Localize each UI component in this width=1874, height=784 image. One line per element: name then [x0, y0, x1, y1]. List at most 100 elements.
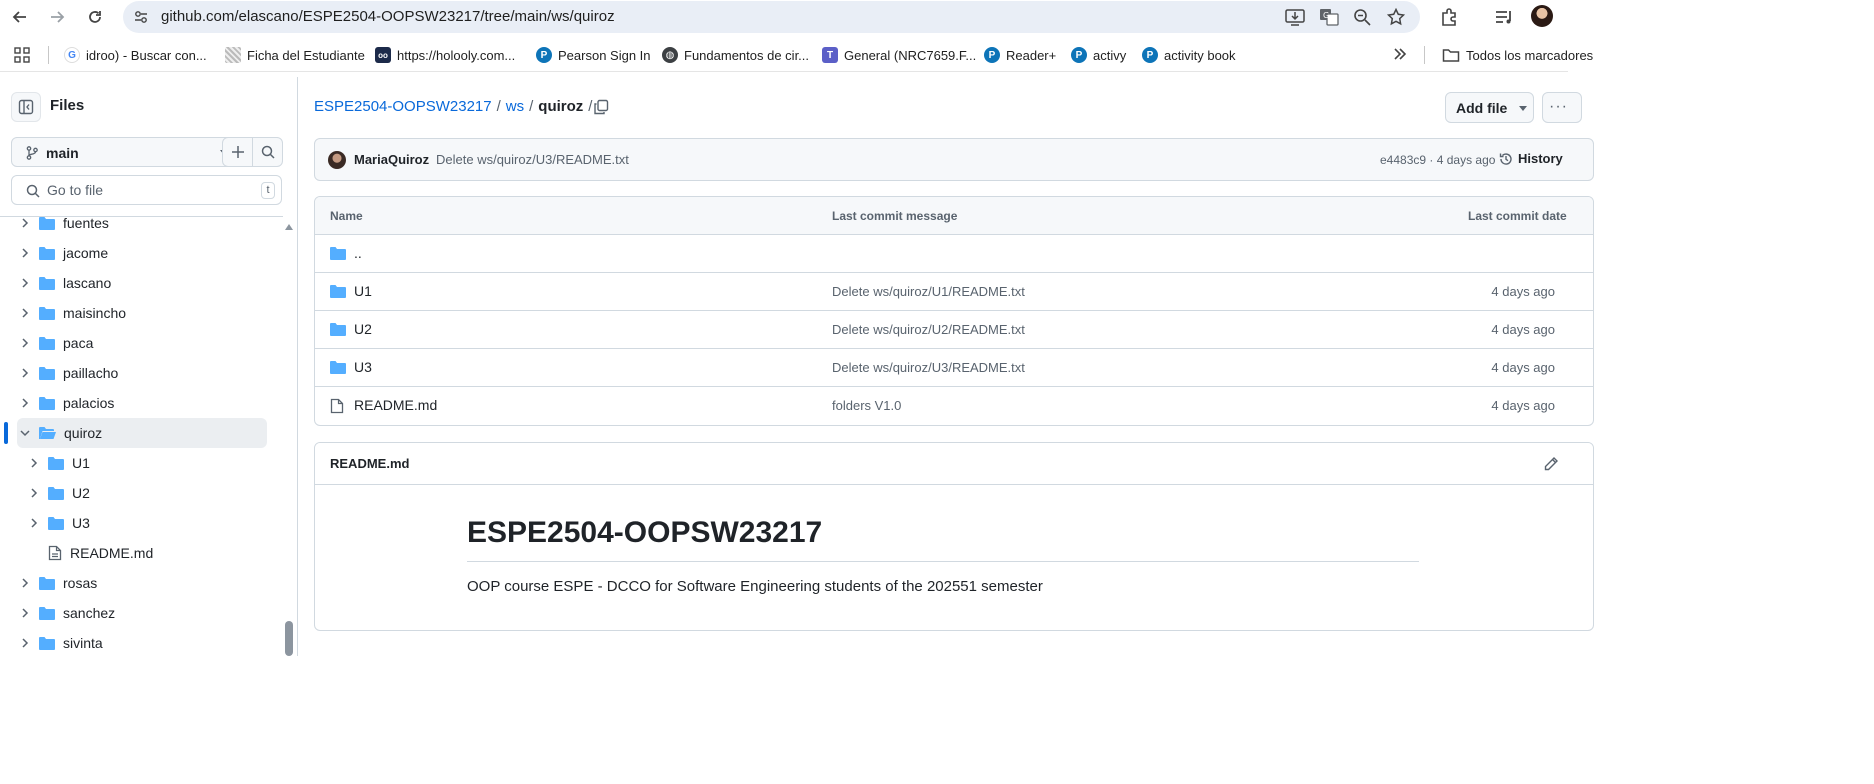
chevron-right-icon[interactable] [17, 218, 33, 228]
chevron-down-icon[interactable] [17, 429, 33, 437]
forward-button[interactable] [44, 5, 70, 29]
bookmark-item[interactable]: oo https://holooly.com... [375, 46, 515, 64]
collapse-file-tree-button[interactable] [11, 92, 41, 122]
bookmark-item[interactable]: ◍ Fundamentos de cir... [662, 46, 809, 64]
tree-item-u1[interactable]: U1 [26, 448, 266, 478]
chevron-right-icon[interactable] [17, 608, 33, 618]
bookmark-label: Fundamentos de cir... [684, 47, 810, 63]
tree-item-jacome[interactable]: jacome [17, 238, 267, 268]
chevron-right-icon[interactable] [17, 248, 33, 258]
folder-icon [39, 577, 55, 590]
chevron-right-icon[interactable] [26, 488, 42, 498]
table-row-parent[interactable]: .. [315, 235, 1593, 273]
commit-author[interactable]: MariaQuiroz [354, 152, 429, 167]
chevron-right-icon[interactable] [17, 368, 33, 378]
tree-item-readme[interactable]: README.md [48, 538, 266, 568]
folder-icon [39, 367, 55, 380]
tree-item-u3[interactable]: U3 [26, 508, 266, 538]
search-icon [26, 184, 40, 198]
branch-selector[interactable]: main [11, 137, 243, 167]
author-avatar[interactable] [328, 151, 346, 169]
tree-item-fuentes[interactable]: fuentes [17, 217, 267, 238]
bookmark-item[interactable]: P activity book [1142, 46, 1236, 64]
file-commit-message[interactable]: folders V1.0 [832, 398, 901, 413]
more-options-button[interactable]: ··· [1542, 92, 1582, 123]
bookmark-item[interactable]: P activy [1071, 46, 1126, 64]
breadcrumb-folder-link[interactable]: ws [506, 98, 524, 115]
file-name[interactable]: U3 [354, 359, 372, 375]
add-file-tree-button[interactable] [222, 137, 253, 167]
bookmark-label: idroo) - Buscar con... [86, 47, 207, 63]
tree-item-u2[interactable]: U2 [26, 478, 266, 508]
apps-grid-icon[interactable] [14, 47, 30, 63]
chevron-right-icon[interactable] [26, 458, 42, 468]
keyboard-shortcut-hint: t [261, 182, 275, 199]
profile-avatar[interactable] [1531, 5, 1553, 27]
chevron-right-icon[interactable] [17, 338, 33, 348]
tree-item-palacios[interactable]: palacios [17, 388, 267, 418]
table-row[interactable]: U3 Delete ws/quiroz/U3/README.txt 4 days… [315, 349, 1593, 387]
tree-item-maisincho[interactable]: maisincho [17, 298, 267, 328]
tree-item-rosas[interactable]: rosas [17, 568, 267, 598]
install-app-icon[interactable] [1285, 8, 1305, 26]
file-name[interactable]: README.md [354, 397, 437, 413]
copy-icon [594, 99, 609, 115]
file-name[interactable]: .. [354, 245, 362, 261]
chevron-right-icon[interactable] [17, 578, 33, 588]
search-tree-button[interactable] [252, 137, 283, 167]
tree-item-sanchez[interactable]: sanchez [17, 598, 267, 628]
reload-button[interactable] [82, 5, 108, 29]
tree-item-lascano[interactable]: lascano [17, 268, 267, 298]
copy-path-button[interactable] [593, 99, 609, 115]
bookmark-item[interactable]: P Reader+ [984, 46, 1056, 64]
tree-item-sivinta[interactable]: sivinta [17, 628, 267, 656]
scroll-up-arrow-icon[interactable] [284, 223, 294, 231]
chevron-right-icon[interactable] [17, 308, 33, 318]
bookmark-star-icon[interactable] [1387, 8, 1405, 26]
file-commit-message[interactable]: Delete ws/quiroz/U1/README.txt [832, 284, 1025, 299]
tree-item-label: U3 [72, 515, 90, 531]
file-commit-date: 4 days ago [1491, 322, 1555, 337]
reading-list-icon[interactable] [1494, 7, 1514, 27]
all-bookmarks-folder[interactable]: Todos los marcadores [1442, 46, 1593, 64]
tree-item-label: U2 [72, 485, 90, 501]
chevron-right-icon[interactable] [17, 278, 33, 288]
file-name[interactable]: U1 [354, 283, 372, 299]
breadcrumb-separator: / [496, 98, 501, 115]
file-commit-message[interactable]: Delete ws/quiroz/U3/README.txt [832, 360, 1025, 375]
bookmark-item[interactable]: Ficha del Estudiante [225, 46, 365, 64]
file-commit-message[interactable]: Delete ws/quiroz/U2/README.txt [832, 322, 1025, 337]
file-tree-scrollbar[interactable] [285, 621, 293, 656]
bookmark-item[interactable]: P Pearson Sign In [536, 46, 651, 64]
chevron-right-icon[interactable] [17, 638, 33, 648]
table-row[interactable]: U1 Delete ws/quiroz/U1/README.txt 4 days… [315, 273, 1593, 311]
folder-icon [48, 517, 64, 530]
translate-icon[interactable]: G [1319, 8, 1339, 26]
tree-item-paca[interactable]: paca [17, 328, 267, 358]
table-row[interactable]: U2 Delete ws/quiroz/U2/README.txt 4 days… [315, 311, 1593, 349]
chevron-right-icon[interactable] [26, 518, 42, 528]
chevron-double-right-icon[interactable] [1392, 46, 1408, 62]
file-tree: fuentes jacome lascano maisincho paca pa… [0, 216, 283, 656]
extensions-icon[interactable] [1439, 7, 1459, 27]
address-bar[interactable]: github.com/elascano/ESPE2504-OOPSW23217/… [123, 1, 1420, 33]
tree-item-paillacho[interactable]: paillacho [17, 358, 267, 388]
breadcrumb-repo-link[interactable]: ESPE2504-OOPSW23217 [314, 98, 492, 115]
bookmark-item[interactable]: T General (NRC7659.F... [822, 46, 976, 64]
table-row[interactable]: README.md folders V1.0 4 days ago [315, 387, 1593, 425]
tree-item-label: rosas [63, 575, 98, 591]
kebab-horizontal-icon: ··· [1549, 98, 1568, 115]
go-to-file-input[interactable]: Go to file t [11, 175, 282, 205]
history-link[interactable]: History [1499, 151, 1563, 166]
back-button[interactable] [7, 5, 33, 29]
file-name[interactable]: U2 [354, 321, 372, 337]
bookmark-item[interactable]: G idroo) - Buscar con... [64, 46, 207, 64]
pencil-icon[interactable] [1543, 456, 1559, 472]
zoom-icon[interactable] [1353, 8, 1371, 26]
add-file-button[interactable]: Add file [1445, 92, 1534, 123]
tree-item-quiroz[interactable]: quiroz [17, 418, 267, 448]
readme-filename[interactable]: README.md [330, 456, 409, 471]
commit-message[interactable]: Delete ws/quiroz/U3/README.txt [436, 152, 629, 167]
chevron-right-icon[interactable] [17, 398, 33, 408]
commit-sha-age[interactable]: e4483c9 · 4 days ago [1380, 153, 1495, 167]
